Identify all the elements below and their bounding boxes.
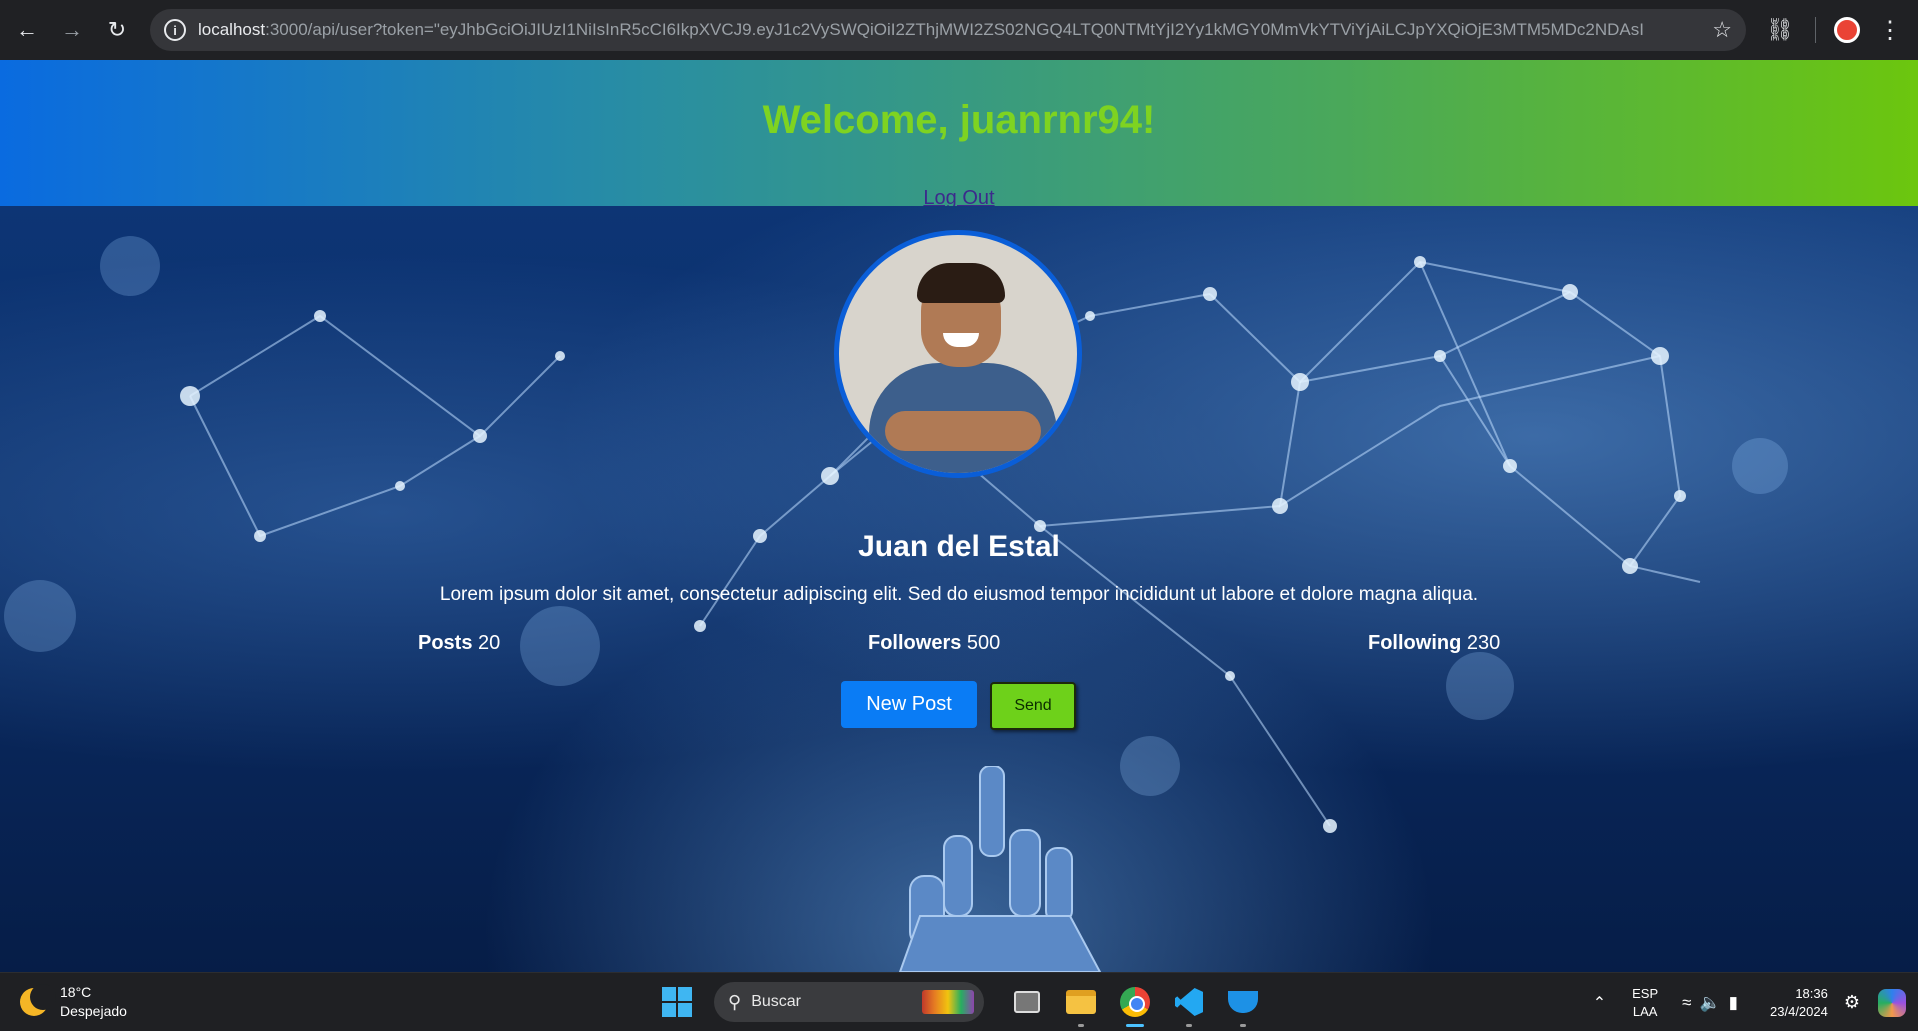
- profile-hero: Juan del Estal Lorem ipsum dolor sit ame…: [0, 206, 1918, 972]
- stat-followers-label: Followers: [868, 632, 962, 654]
- profile-bio: Lorem ipsum dolor sit amet, consectetur …: [439, 584, 1479, 605]
- reload-icon[interactable]: ↻: [99, 12, 135, 48]
- profile-name: Juan del Estal: [858, 530, 1060, 563]
- bookmark-star-icon[interactable]: ☆: [1712, 17, 1732, 43]
- search-icon: ⚲: [728, 991, 742, 1012]
- new-post-button[interactable]: New Post: [841, 681, 977, 728]
- stat-followers-value: 500: [966, 632, 1001, 654]
- taskbar-search[interactable]: ⚲ Buscar: [714, 982, 984, 1022]
- start-windows-icon[interactable]: [662, 987, 692, 1017]
- docker-icon[interactable]: [1224, 983, 1262, 1027]
- address-bar[interactable]: i localhost :3000/api/user?token="eyJhbG…: [150, 9, 1746, 51]
- keyboard-layout: LAA: [1632, 1003, 1658, 1019]
- page-header: Welcome, juanrnr94! Log Out: [0, 60, 1918, 209]
- url-host: localhost: [198, 20, 266, 39]
- clock[interactable]: 18:36 23/4/2024: [1770, 985, 1828, 1021]
- stat-following-value: 230: [1466, 632, 1501, 654]
- task-view-icon[interactable]: [1008, 983, 1046, 1021]
- clock-time: 18:36: [1795, 985, 1828, 1001]
- search-highlight-icon: [922, 990, 974, 1014]
- weather-widget[interactable]: 18°C Despejado: [20, 983, 127, 1021]
- weather-condition: Despejado: [60, 1003, 127, 1019]
- language-code: ESP: [1632, 985, 1659, 1001]
- profile-avatar: [834, 230, 1082, 478]
- welcome-title: Welcome, juanrnr94!: [762, 98, 1156, 142]
- notifications-bell-icon[interactable]: ⚙: [1844, 992, 1860, 1013]
- system-tray-wifi-volume-battery-icon[interactable]: ≈🔈▮: [1682, 993, 1746, 1013]
- moon-icon: [20, 984, 56, 1016]
- stat-posts-label: Posts: [418, 632, 473, 654]
- site-info-icon[interactable]: i: [164, 19, 186, 41]
- toolbar-divider: [1815, 17, 1816, 43]
- stat-following-label: Following: [1368, 632, 1462, 654]
- stat-posts: Posts 20: [418, 632, 500, 655]
- show-hidden-icons-chevron-up-icon[interactable]: ⌃: [1593, 993, 1606, 1013]
- file-explorer-icon[interactable]: [1062, 983, 1100, 1027]
- profile-avatar-icon[interactable]: [1834, 17, 1860, 43]
- send-button[interactable]: Send: [990, 682, 1076, 730]
- windows-taskbar: 18°C Despejado ⚲ Buscar ⌃ ESP LAA ≈🔈▮ 18…: [0, 972, 1918, 1031]
- browser-menu-icon[interactable]: ⋮: [1878, 16, 1902, 45]
- weather-temperature: 18°C: [60, 984, 92, 1000]
- back-arrow-icon[interactable]: ←: [9, 12, 45, 48]
- stat-followers: Followers 500: [868, 632, 1000, 655]
- robot-hand-graphic: [898, 766, 1102, 972]
- stat-posts-value: 20: [478, 632, 501, 654]
- forward-arrow-icon[interactable]: →: [54, 12, 90, 48]
- vscode-icon[interactable]: [1170, 983, 1208, 1027]
- stat-following: Following 230: [1368, 632, 1500, 655]
- copilot-icon[interactable]: [1878, 988, 1906, 1017]
- search-placeholder: Buscar: [751, 993, 801, 1010]
- chrome-icon[interactable]: [1116, 983, 1154, 1027]
- url-path: :3000/api/user?token="eyJhbGciOiJIUzI1Ni…: [265, 20, 1646, 39]
- extensions-puzzle-icon[interactable]: ⛓: [1763, 13, 1797, 47]
- browser-toolbar: ← → ↻ i localhost :3000/api/user?token="…: [0, 0, 1918, 60]
- language-indicator[interactable]: ESP LAA: [1632, 985, 1658, 1021]
- clock-date: 23/4/2024: [1770, 1003, 1828, 1019]
